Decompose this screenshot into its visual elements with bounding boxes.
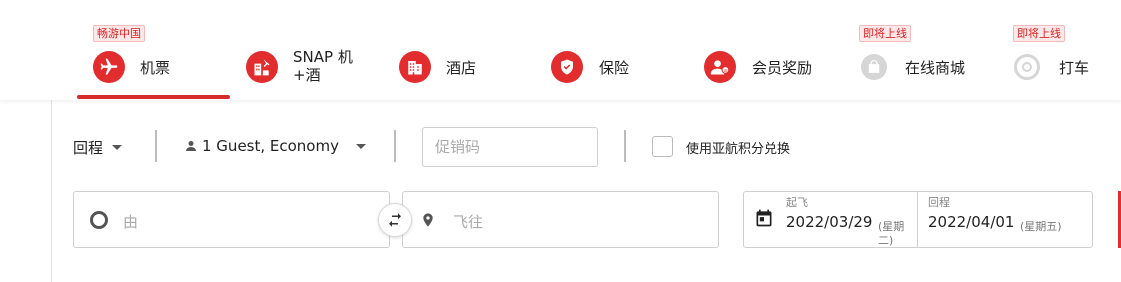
swap-button[interactable] [378, 203, 412, 237]
chevron-down-icon [112, 145, 123, 150]
promo-code-input[interactable] [422, 127, 598, 167]
tab-flight-hotel[interactable]: SNAP 机 +酒 [245, 0, 375, 100]
tab-label: 会员奖励 [752, 59, 813, 77]
shopping-bag-icon [861, 54, 887, 80]
separator [155, 130, 157, 162]
chevron-down-icon [355, 143, 366, 149]
person-icon [186, 141, 196, 151]
depart-weekday-cont: 二) [878, 234, 894, 247]
destination-field[interactable]: 飞往 [402, 191, 719, 248]
trip-type-value: 回程 [73, 139, 104, 157]
return-weekday: (星期五) [1020, 220, 1062, 233]
depart-date-value: 2022/03/29 [786, 213, 873, 231]
member-rewards-icon: a [704, 51, 736, 83]
points-checkbox[interactable] [652, 136, 673, 157]
tab-label: 机票 [140, 59, 171, 77]
product-nav: 畅游中国 机票 SNAP 机 +酒 酒店 保险 a 会员奖励 即将上线 在线商城… [0, 0, 1121, 100]
swap-arrows-icon [389, 213, 401, 227]
tab-insurance[interactable]: 保险 [551, 0, 651, 100]
insurance-shield-icon [551, 51, 583, 83]
return-label: 回程 [928, 196, 950, 209]
return-date-value: 2022/04/01 [928, 213, 1015, 231]
tab-label: 酒店 [446, 59, 477, 77]
hotel-icon [399, 51, 431, 83]
tab-flights[interactable]: 畅游中国 机票 [77, 0, 230, 100]
flight-hotel-icon [246, 51, 278, 83]
left-divider [51, 100, 52, 282]
destination-placeholder: 飞往 [453, 213, 484, 231]
tab-label: 打车 [1059, 59, 1090, 77]
tab-ride[interactable]: 即将上线 打车 [1013, 0, 1113, 100]
separator [394, 130, 396, 162]
separator [624, 130, 626, 162]
tab-label: 在线商城 [905, 59, 966, 77]
passengers-dropdown[interactable]: 1 Guest, Economy [185, 137, 366, 155]
tab-label: SNAP 机 +酒 [293, 48, 353, 84]
tab-member-rewards[interactable]: a 会员奖励 [704, 0, 834, 100]
trip-type-dropdown[interactable]: 回程 [73, 137, 123, 158]
location-pin-icon [423, 213, 433, 227]
depart-label: 起飞 [786, 196, 808, 209]
promo-badge: 畅游中国 [93, 25, 145, 42]
tab-hotel[interactable]: 酒店 [399, 0, 499, 100]
passengers-value: 1 Guest, Economy [202, 137, 339, 155]
coming-soon-badge: 即将上线 [1013, 25, 1065, 42]
origin-field[interactable]: 由 [73, 191, 390, 248]
svg-text:a: a [724, 68, 727, 74]
depart-weekday: (星期 [878, 220, 905, 233]
tab-online-mall[interactable]: 即将上线 在线商城 [859, 0, 989, 100]
ride-icon [1014, 54, 1040, 80]
active-tab-indicator [77, 95, 230, 99]
plane-icon [93, 51, 125, 83]
tab-label: 保险 [599, 59, 630, 77]
calendar-icon [756, 209, 772, 227]
points-label: 使用亚航积分兑换 [686, 142, 791, 157]
coming-soon-badge: 即将上线 [859, 25, 911, 42]
origin-placeholder: 由 [123, 213, 139, 231]
date-divider [917, 191, 918, 248]
origin-circle-icon [90, 211, 108, 229]
